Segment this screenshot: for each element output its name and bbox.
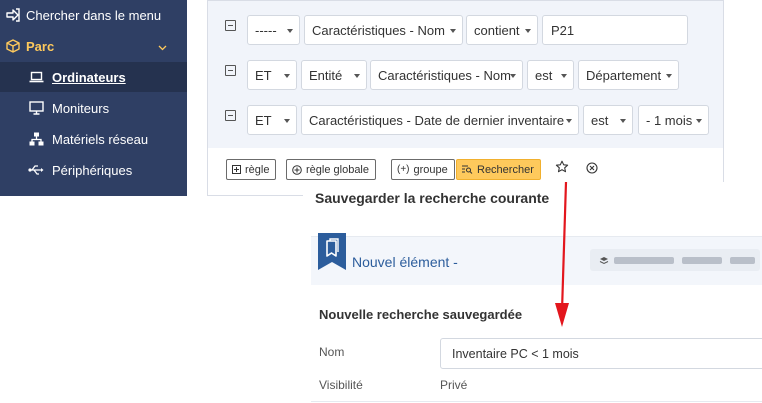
search-list-icon	[462, 165, 473, 174]
caret-down-icon	[696, 119, 702, 123]
save-search-star-icon[interactable]	[555, 160, 569, 177]
field-select[interactable]: Caractéristiques - Date de dernier inven…	[301, 105, 579, 135]
layers-icon	[599, 254, 609, 269]
add-group-label: groupe	[413, 163, 448, 176]
sidebar-section-parc[interactable]: Parc	[0, 31, 187, 61]
itemtype-select-value: Entité	[309, 67, 343, 83]
remove-criterion-icon[interactable]	[225, 20, 236, 31]
link-select-value: ET	[255, 112, 272, 128]
field-select[interactable]: Caractéristiques - Nom	[304, 15, 463, 45]
link-select-value: -----	[255, 22, 277, 38]
name-label: Nom	[319, 345, 345, 359]
itemtype-select[interactable]: Entité	[301, 60, 367, 90]
visibility-value: Privé	[440, 378, 468, 392]
add-rule-button[interactable]: règle	[226, 159, 277, 180]
operator-select[interactable]: est	[583, 105, 633, 135]
search-button[interactable]: Rechercher	[456, 159, 541, 180]
operator-select-value: est	[535, 67, 553, 83]
network-icon	[28, 131, 44, 147]
sign-in-icon	[5, 7, 21, 23]
plus-brackets-icon: (+)	[397, 164, 410, 175]
caret-down-icon	[354, 74, 360, 78]
caret-down-icon	[666, 74, 672, 78]
search-button-label: Rechercher	[477, 163, 534, 176]
sidebar: Chercher dans le menu Parc Ordinateurs M…	[0, 0, 187, 196]
criteria-area: ----- Caractéristiques - Nom contient P2…	[208, 1, 723, 148]
name-input[interactable]: Inventaire PC < 1 mois	[440, 338, 762, 369]
name-input-value: Inventaire PC < 1 mois	[452, 346, 579, 361]
field-select-value: Caractéristiques - Date de dernier inven…	[309, 112, 565, 128]
remove-criterion-icon[interactable]	[225, 110, 236, 121]
add-global-rule-button[interactable]: règle globale	[286, 159, 376, 180]
box-icon	[5, 38, 21, 54]
field-select[interactable]: Caractéristiques - Nom	[370, 60, 523, 90]
search-menu-link[interactable]: Chercher dans le menu	[0, 0, 187, 30]
search-criteria-panel: ----- Caractéristiques - Nom contient P2…	[207, 0, 724, 196]
value-select[interactable]: Département	[578, 60, 679, 90]
sidebar-item-materiels-reseau[interactable]: Matériels réseau	[0, 124, 187, 154]
caret-down-icon	[566, 119, 572, 123]
value-select-value: - 1 mois	[646, 112, 693, 128]
caret-down-icon	[284, 74, 290, 78]
caret-down-icon	[525, 29, 531, 33]
caret-down-icon	[284, 119, 290, 123]
operator-select[interactable]: contient	[466, 15, 538, 45]
value-input[interactable]: P21	[542, 15, 688, 45]
blurred-entity-name	[614, 257, 674, 264]
monitor-icon	[28, 100, 44, 116]
link-select-value: ET	[255, 67, 272, 83]
modal-title: Sauvegarder la recherche courante	[315, 190, 550, 206]
visibility-label: Visibilité	[319, 378, 363, 392]
section-title: Nouvelle recherche sauvegardée	[319, 307, 523, 322]
sidebar-item-ordinateurs[interactable]: Ordinateurs	[0, 62, 187, 92]
remove-criterion-icon[interactable]	[225, 65, 236, 76]
operator-select[interactable]: est	[527, 60, 574, 90]
divider	[311, 401, 762, 402]
blurred-entity-name	[682, 257, 722, 264]
caret-down-icon	[620, 119, 626, 123]
operator-select-value: est	[591, 112, 609, 128]
caret-down-icon	[510, 74, 516, 78]
value-input-text: P21	[551, 22, 575, 38]
caret-down-icon	[561, 74, 567, 78]
sidebar-item-label: Matériels réseau	[52, 131, 149, 147]
caret-down-icon	[287, 29, 293, 33]
add-global-rule-label: règle globale	[306, 163, 369, 176]
link-select[interactable]: -----	[247, 15, 300, 45]
plus-circle-icon	[292, 164, 302, 175]
field-select-value: Caractéristiques - Nom	[312, 22, 445, 38]
plus-square-icon	[232, 165, 241, 174]
add-rule-label: règle	[245, 163, 270, 176]
bookmark-icon	[318, 233, 346, 270]
reset-search-icon[interactable]	[586, 162, 598, 177]
laptop-icon	[28, 69, 44, 85]
sidebar-item-peripheriques[interactable]: Périphériques	[0, 155, 187, 185]
sidebar-item-label: Ordinateurs	[52, 69, 126, 85]
sidebar-item-label: Périphériques	[52, 162, 133, 178]
sidebar-item-moniteurs[interactable]: Moniteurs	[0, 93, 187, 123]
link-select[interactable]: ET	[247, 60, 297, 90]
caret-down-icon	[450, 29, 456, 33]
printer-icon	[28, 193, 44, 196]
blurred-entity-name	[730, 257, 755, 264]
entity-badge	[590, 249, 760, 271]
chevron-down-icon	[158, 39, 167, 54]
save-search-modal: Sauvegarder la recherche courante Nouvel…	[303, 182, 762, 403]
usb-icon	[28, 162, 44, 178]
link-select[interactable]: ET	[247, 105, 297, 135]
search-menu-label: Chercher dans le menu	[26, 7, 162, 23]
sidebar-item-partial[interactable]	[0, 186, 187, 196]
new-item-title: Nouvel élément -	[352, 254, 458, 270]
sidebar-item-label: Moniteurs	[52, 100, 110, 116]
field-select-value: Caractéristiques - Nom	[378, 67, 511, 83]
value-select[interactable]: - 1 mois	[638, 105, 709, 135]
operator-select-value: contient	[474, 22, 520, 38]
value-select-value: Département	[586, 67, 662, 83]
sidebar-section-label: Parc	[26, 38, 55, 54]
add-group-button[interactable]: (+) groupe	[391, 159, 455, 180]
